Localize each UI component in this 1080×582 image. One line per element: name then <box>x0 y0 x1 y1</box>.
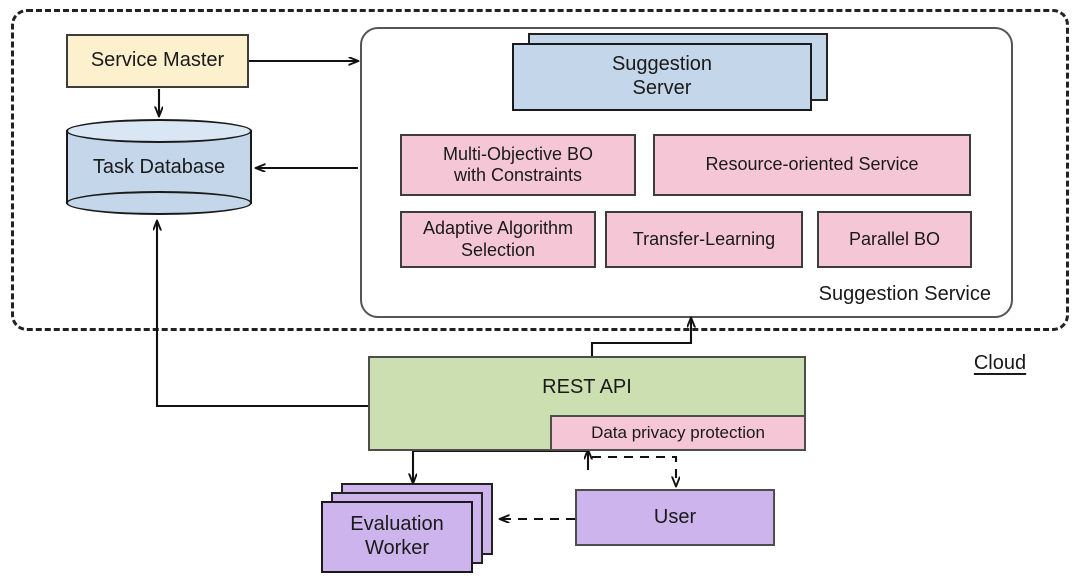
node-evaluation-worker[interactable]: Evaluation Worker <box>321 501 473 573</box>
suggestion-server-label-line1: Suggestion <box>611 53 713 76</box>
adaptive-algorithm-selection-label-line2: Selection <box>460 239 536 260</box>
suggestion-server-label-line2: Server <box>632 77 692 99</box>
data-privacy-protection-label: Data privacy protection <box>591 422 765 442</box>
adaptive-algorithm-selection-label-line1: Adaptive Algorithm <box>422 218 574 239</box>
evaluation-worker-label-line1: Evaluation <box>350 513 444 536</box>
edge-restapi-to-database <box>157 221 368 408</box>
rest-api-label: REST API <box>542 376 632 398</box>
task-database-label: Task Database <box>92 155 226 178</box>
evaluation-worker-label-line2: Worker <box>364 537 430 559</box>
node-user[interactable]: User <box>575 489 775 546</box>
edge-restapi-to-worker <box>413 449 587 483</box>
multi-objective-bo-label-line2: with Constraints <box>453 165 583 185</box>
node-adaptive-algorithm-selection[interactable]: Adaptive Algorithm Selection <box>400 211 596 268</box>
parallel-bo-label: Parallel BO <box>848 228 941 249</box>
multi-objective-bo-label-line1: Multi-Objective BO <box>442 143 594 164</box>
architecture-diagram: Cloud Suggestion Service Service Master … <box>0 0 1080 582</box>
node-multi-objective-bo[interactable]: Multi-Objective BO with Constraints <box>400 134 636 196</box>
edge-restapi-to-suggestion <box>590 318 691 356</box>
edge-user-to-privacy <box>592 455 676 486</box>
user-label: User <box>653 505 697 528</box>
node-task-database[interactable]: Task Database <box>66 119 252 215</box>
node-transfer-learning[interactable]: Transfer-Learning <box>605 211 803 268</box>
node-suggestion-server[interactable]: Suggestion Server <box>512 43 812 111</box>
transfer-learning-label: Transfer-Learning <box>632 228 776 249</box>
node-service-master[interactable]: Service Master <box>66 34 249 88</box>
node-resource-oriented-service[interactable]: Resource-oriented Service <box>653 134 971 196</box>
node-data-privacy-protection[interactable]: Data privacy protection <box>550 415 806 451</box>
resource-oriented-service-label: Resource-oriented Service <box>705 154 919 175</box>
node-parallel-bo[interactable]: Parallel BO <box>817 211 972 268</box>
service-master-label: Service Master <box>90 49 225 72</box>
